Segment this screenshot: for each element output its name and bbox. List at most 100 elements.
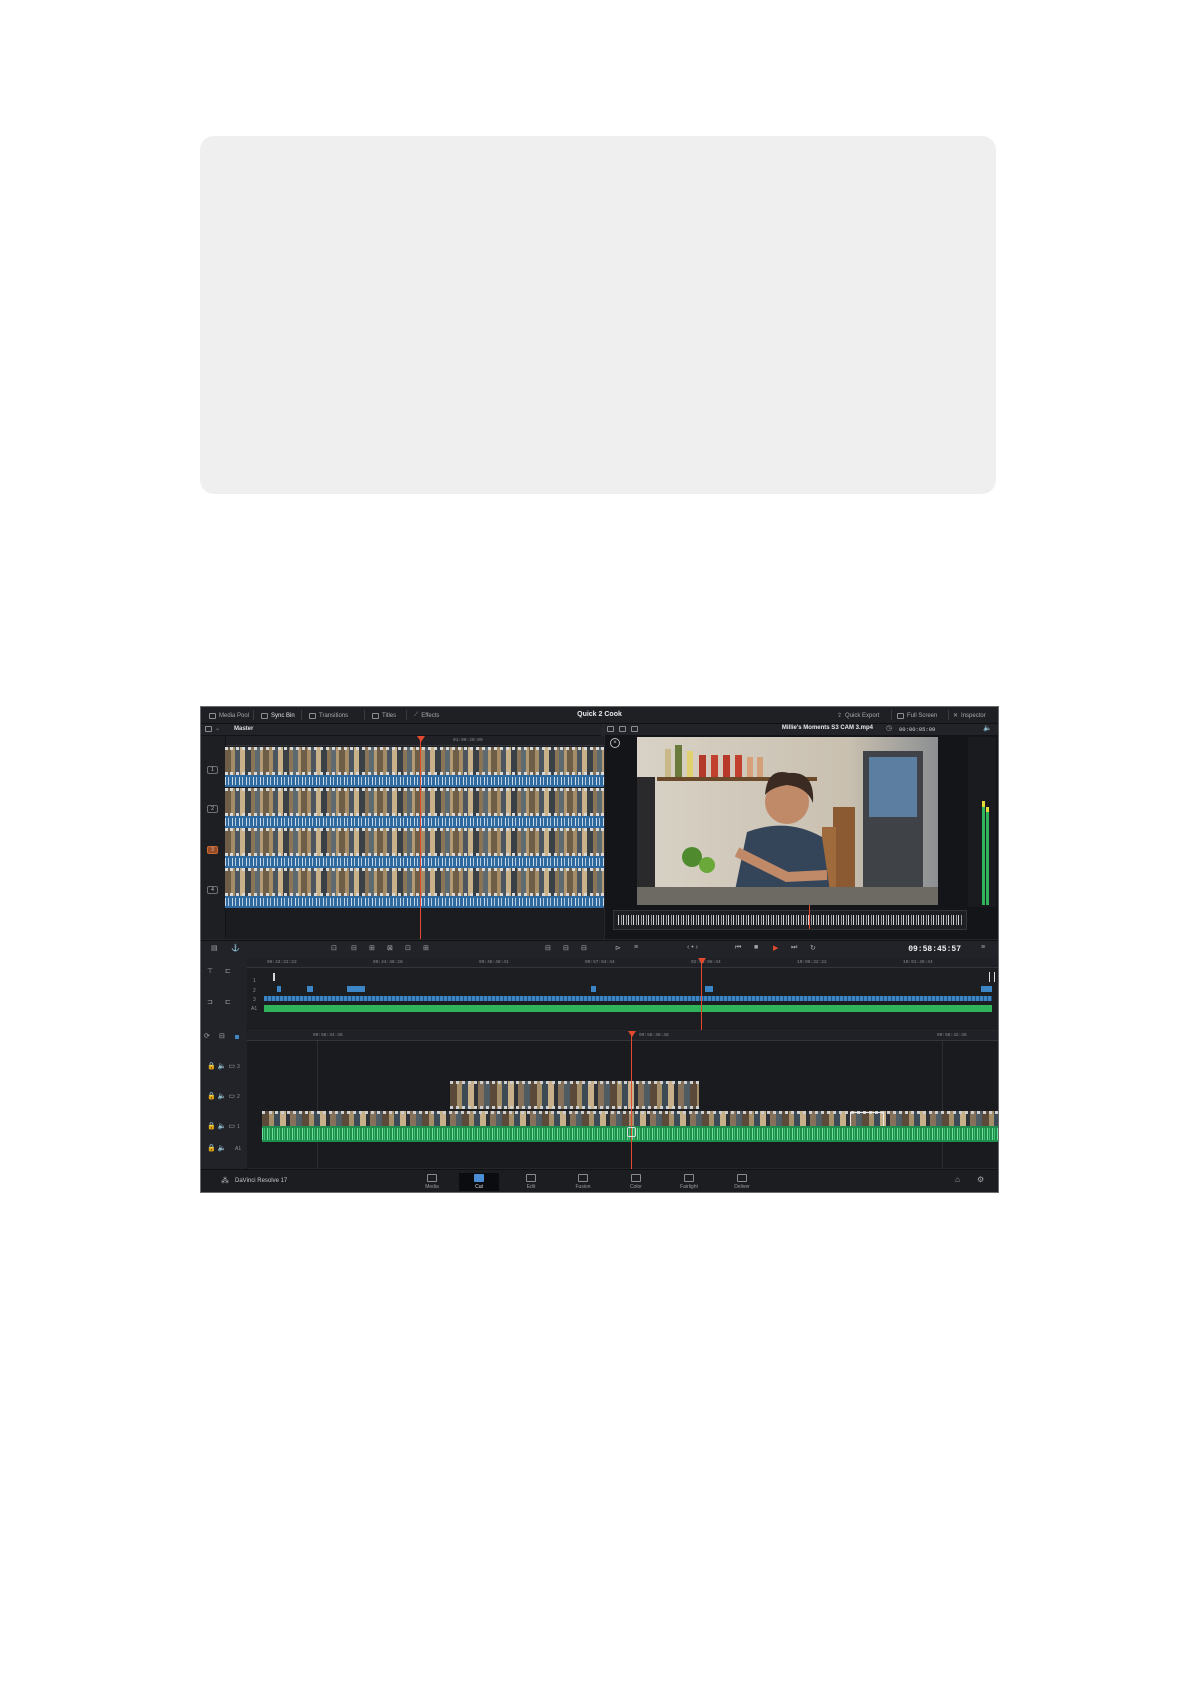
- kitchen-scene-image: [637, 737, 938, 905]
- upper-audio-track[interactable]: [264, 1005, 992, 1012]
- page-tab-fairlight[interactable]: Fairlight: [669, 1173, 709, 1191]
- lower-timeline-ruler[interactable]: 09:58:34:48 09:58:38:48 09:58:42:48: [247, 1031, 998, 1041]
- track-label-3[interactable]: 3: [207, 846, 218, 854]
- close-circle-icon[interactable]: ×: [610, 738, 620, 748]
- source-audio-row: [225, 856, 604, 868]
- page-tab-deliver[interactable]: Deliver: [722, 1173, 762, 1191]
- page-tab-color[interactable]: Color: [616, 1173, 656, 1191]
- menu-icon[interactable]: ≡: [981, 944, 985, 951]
- zoom-tool-icon[interactable]: ⊤: [207, 967, 213, 975]
- play-icon[interactable]: ▶: [773, 944, 778, 952]
- track-a1-controls[interactable]: 🔒 🔈: [207, 1144, 226, 1152]
- upper-clip-track2[interactable]: [307, 986, 313, 992]
- source-clip-row[interactable]: [225, 788, 604, 816]
- upper-playhead-handle[interactable]: [698, 958, 706, 964]
- viewer-mode-icon[interactable]: [631, 726, 638, 732]
- audio-meter: [968, 737, 996, 907]
- upper-timeline[interactable]: [247, 958, 998, 1030]
- viewer-scrub-playhead[interactable]: [809, 905, 810, 929]
- ripple-overwrite-icon[interactable]: ⊞: [369, 944, 375, 952]
- split-clip-icon[interactable]: ⊟: [545, 944, 551, 952]
- loop-icon[interactable]: ↻: [810, 944, 816, 952]
- source-playhead-handle[interactable]: [417, 736, 425, 742]
- upper-playhead[interactable]: [701, 962, 702, 1030]
- marker-icon[interactable]: ⚓: [231, 944, 240, 952]
- track-label-4[interactable]: 4: [207, 886, 218, 894]
- viewer-video-frame: [637, 737, 938, 905]
- page-tab-fusion[interactable]: Fusion: [563, 1173, 603, 1191]
- upper-clip-track2[interactable]: [981, 986, 992, 992]
- source-clip-row[interactable]: [225, 747, 604, 775]
- lower-playhead-handle[interactable]: [628, 1031, 636, 1037]
- chevron-down-icon[interactable]: ⌄: [215, 725, 220, 732]
- full-screen-icon: [897, 712, 904, 719]
- link-icon[interactable]: ⟳: [204, 1032, 210, 1040]
- bin-name[interactable]: Master: [234, 726, 253, 732]
- append-icon[interactable]: ⊟: [351, 944, 357, 952]
- track-label-2[interactable]: 2: [207, 805, 218, 813]
- speaker-icon[interactable]: 🔈: [983, 724, 992, 732]
- smart-insert-icon[interactable]: ⊡: [331, 944, 337, 952]
- skip-back-icon[interactable]: ⏮: [735, 944, 741, 952]
- timeline-clip-v2[interactable]: [450, 1081, 699, 1109]
- quick-export-button[interactable]: ⇪ Quick Export: [837, 711, 879, 720]
- split-clip-icon[interactable]: ⊟: [581, 944, 587, 952]
- snap-tool-icon[interactable]: ⊐: [207, 998, 213, 1006]
- page-tab-media[interactable]: Media: [412, 1173, 452, 1191]
- source-clip-row[interactable]: [225, 868, 604, 896]
- track-2-controls[interactable]: 🔒 🔈 ▭: [207, 1092, 235, 1100]
- upper-clip-track2[interactable]: [277, 986, 281, 992]
- audio-trim-icon[interactable]: ≡: [634, 944, 638, 951]
- source-playhead[interactable]: [420, 740, 421, 939]
- page-tab-edit[interactable]: Edit: [511, 1173, 551, 1191]
- blade-tool-icon[interactable]: ⊏: [225, 998, 231, 1006]
- viewer-header: Millie's Moments S3 CAM 3.mp4 ◷ 00:00:05…: [605, 724, 998, 736]
- page-tab-cut[interactable]: Cut: [459, 1173, 499, 1191]
- viewer-clip-name: Millie's Moments S3 CAM 3.mp4: [781, 725, 873, 731]
- place-on-top-icon[interactable]: ⊡: [405, 944, 411, 952]
- transport-bar: ▤ ⚓ ⊡ ⊟ ⊞ ⊠ ⊡ ⊞ ⊟ ⊟ ⊟ ⊳ ≡ ‹ • › ⏮ ■ ▶ ⏭ …: [201, 940, 998, 959]
- skip-forward-icon[interactable]: ⏭: [791, 944, 797, 952]
- play-reverse-icon[interactable]: ⊳: [615, 944, 621, 952]
- jog-shuttle-icon[interactable]: ‹ • ›: [687, 944, 698, 951]
- track-3-controls[interactable]: 🔒 🔈 ▭: [207, 1062, 235, 1070]
- close-up-icon[interactable]: ⊠: [387, 944, 393, 952]
- upload-icon: ⇪: [837, 713, 843, 719]
- viewer-mode-icon[interactable]: [607, 726, 614, 732]
- full-screen-button[interactable]: Full Screen: [897, 711, 937, 720]
- audio-track-icon[interactable]: ⊟: [219, 1032, 225, 1040]
- trim-tool-icon[interactable]: ⊏: [225, 967, 231, 975]
- source-audio-row: [225, 775, 604, 787]
- gear-icon[interactable]: ⚙: [977, 1175, 984, 1184]
- davinci-logo-icon: ⁂: [221, 1176, 229, 1185]
- video-track-icon[interactable]: [235, 1035, 239, 1039]
- edit-point-icon[interactable]: [627, 1127, 636, 1137]
- source-clip-row[interactable]: [225, 828, 604, 856]
- top-toolbar: Media Pool Sync Bin Transitions Titles ⟋…: [201, 707, 998, 724]
- upper-clip-track1[interactable]: [264, 996, 992, 1001]
- davinci-resolve-cut-page-screenshot: Media Pool Sync Bin Transitions Titles ⟋…: [200, 706, 999, 1193]
- home-icon[interactable]: ⌂: [955, 1175, 960, 1184]
- timecode-display: 09:58:45:57: [908, 945, 961, 954]
- source-overwrite-icon[interactable]: ⊞: [423, 944, 429, 952]
- clip-icon[interactable]: ▤: [211, 944, 218, 952]
- upper-timeline-ruler[interactable]: 09:43:22:22 09:44:46:28 09:46:48:41 09:5…: [247, 958, 998, 968]
- split-clip-icon[interactable]: ⊟: [563, 944, 569, 952]
- upper-timeline-end-marker: [989, 972, 995, 982]
- viewer-scrub-bar[interactable]: [613, 910, 967, 930]
- source-track-labels: 1 2 3 4: [201, 736, 226, 939]
- lower-playhead[interactable]: [631, 1035, 632, 1169]
- track-label-1[interactable]: 1: [207, 766, 218, 774]
- upper-clip-track2[interactable]: [705, 986, 713, 992]
- inspector-button[interactable]: ✕ Inspector: [953, 711, 986, 720]
- track-1-controls[interactable]: 🔒 🔈 ▭: [207, 1122, 235, 1130]
- timeline-start-marker: [273, 973, 275, 981]
- viewer-mode-icon[interactable]: [619, 726, 626, 732]
- upper-clip-track2[interactable]: [347, 986, 365, 992]
- app-name: DaVinci Resolve 17: [235, 1178, 288, 1184]
- stop-icon[interactable]: ■: [754, 944, 758, 951]
- bin-list-icon[interactable]: [205, 726, 212, 732]
- source-tape-ruler[interactable]: 01:00:20:00: [225, 736, 604, 746]
- source-audio-row: [225, 896, 604, 908]
- upper-clip-track2[interactable]: [591, 986, 596, 992]
